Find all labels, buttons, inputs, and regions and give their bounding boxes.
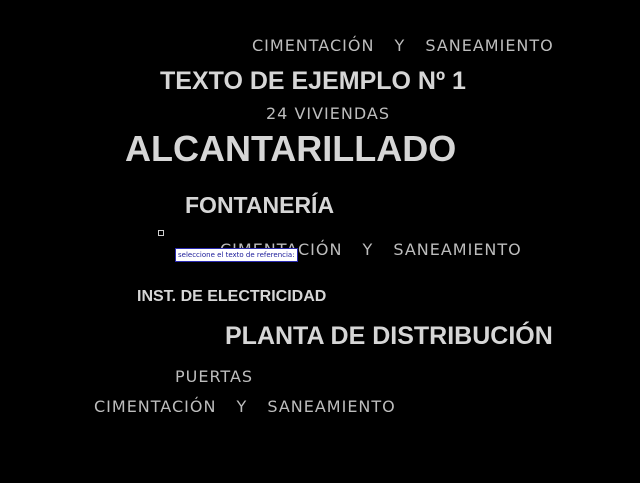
text-24-viviendas[interactable]: 24 VIVIENDAS [266, 106, 390, 122]
text-planta-distribucion[interactable]: PLANTA DE DISTRIBUCIÓN [225, 324, 553, 349]
command-prompt-tooltip: seleccione el texto de referencia: [175, 248, 298, 262]
text-cimentacion-saneamiento-3[interactable]: CIMENTACIÓN Y SANEAMIENTO [94, 399, 396, 415]
text-cimentacion-saneamiento-1[interactable]: CIMENTACIÓN Y SANEAMIENTO [252, 38, 554, 54]
text-inst-electricidad[interactable]: INST. DE ELECTRICIDAD [137, 289, 326, 305]
text-puertas[interactable]: PUERTAS [175, 369, 253, 385]
pickbox-cursor-icon [158, 230, 164, 236]
drawing-canvas[interactable]: CIMENTACIÓN Y SANEAMIENTO TEXTO DE EJEMP… [0, 0, 640, 483]
text-fontaneria[interactable]: FONTANERÍA [185, 194, 334, 217]
text-texto-de-ejemplo[interactable]: TEXTO DE EJEMPLO Nº 1 [160, 69, 466, 94]
text-alcantarillado[interactable]: ALCANTARILLADO [125, 131, 456, 167]
